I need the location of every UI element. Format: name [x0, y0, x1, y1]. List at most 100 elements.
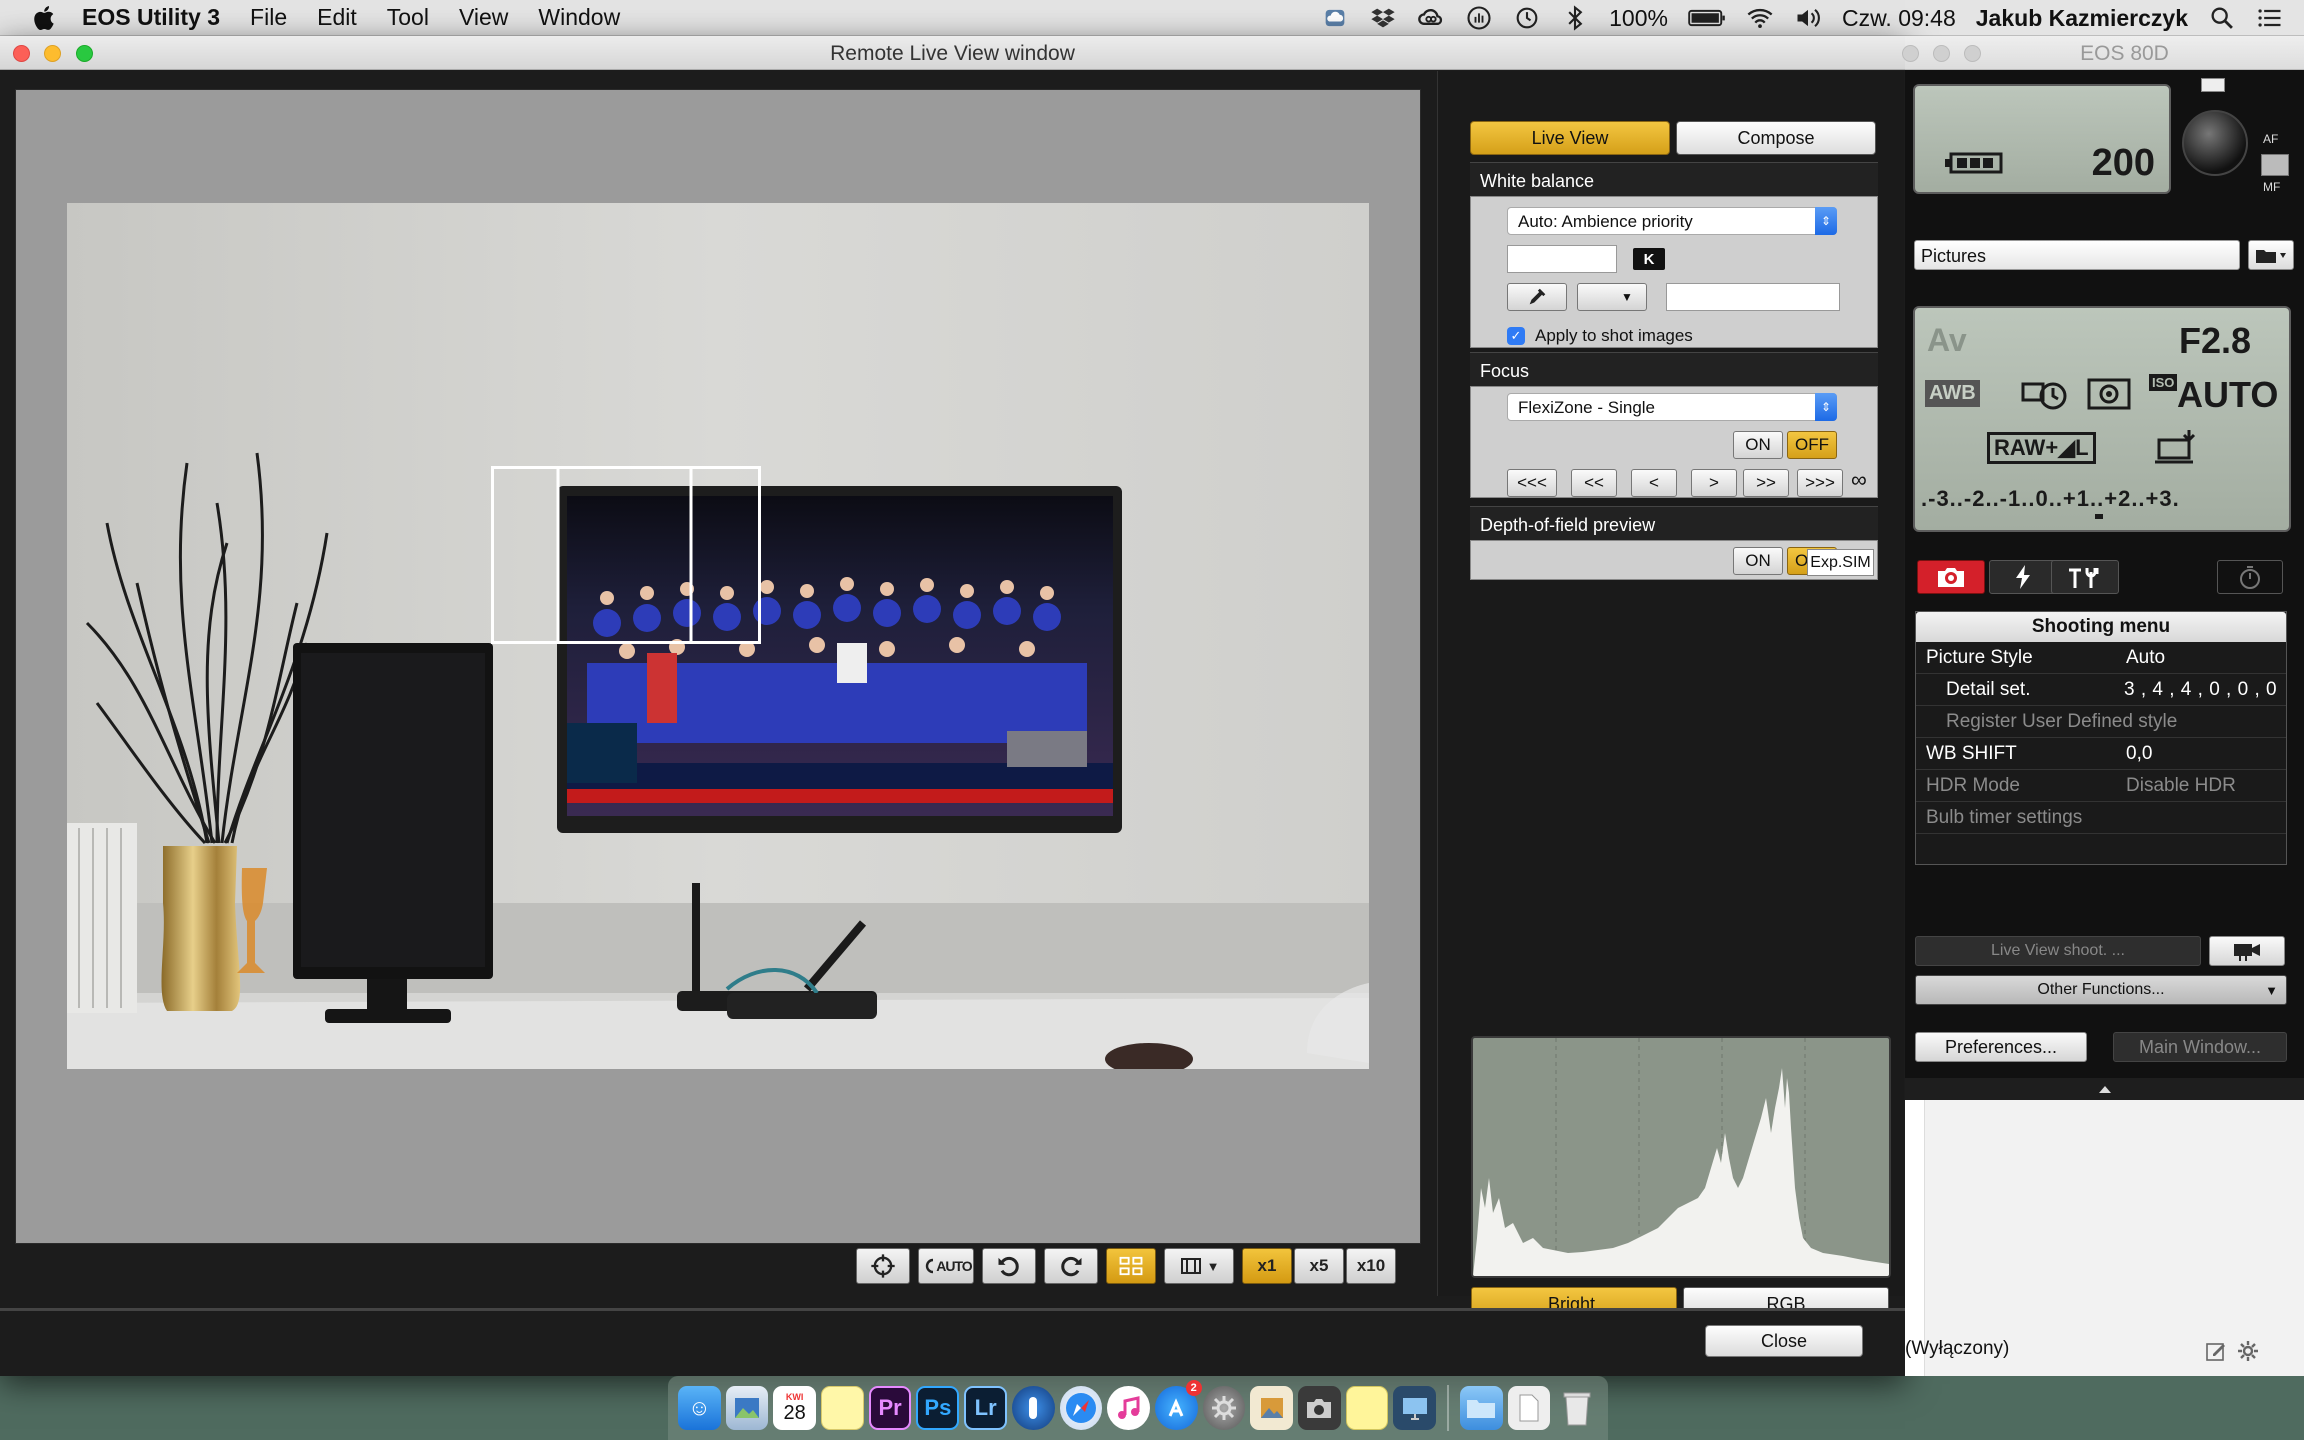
- itunes-icon[interactable]: [1107, 1386, 1150, 1430]
- focus-near-3-button[interactable]: <<<: [1507, 469, 1557, 497]
- camera-dial[interactable]: [2182, 110, 2248, 176]
- menu-tool[interactable]: Tool: [387, 4, 429, 31]
- volume-icon[interactable]: [1794, 4, 1822, 32]
- rotate-left-button[interactable]: [982, 1248, 1036, 1284]
- timer-button[interactable]: [2217, 560, 2283, 594]
- movie-button[interactable]: [2209, 936, 2285, 966]
- kelvin-input[interactable]: [1507, 245, 1617, 273]
- awb-badge[interactable]: AWB: [1925, 380, 1980, 407]
- dropbox-icon[interactable]: [1369, 4, 1397, 32]
- focus-point-button[interactable]: [856, 1248, 910, 1284]
- focus-near-1-button[interactable]: <: [1631, 469, 1677, 497]
- zoom-x10-button[interactable]: x10: [1346, 1248, 1396, 1284]
- eyedropper-button[interactable]: [1507, 283, 1567, 311]
- bluetooth-icon[interactable]: [1561, 4, 1589, 32]
- user-name[interactable]: Jakub Kazmierczyk: [1976, 5, 2188, 32]
- stickies-icon[interactable]: [1345, 1386, 1389, 1430]
- eos-utility-icon[interactable]: [1297, 1386, 1341, 1430]
- notification-center-icon[interactable]: [2256, 4, 2284, 32]
- aperture-value[interactable]: F2.8: [2179, 320, 2251, 362]
- exposure-scale[interactable]: .-3..-2..-1..0..+1..+2..+3.: [1921, 486, 2180, 512]
- 1password-icon[interactable]: [1012, 1386, 1055, 1430]
- rotate-right-button[interactable]: [1044, 1248, 1098, 1284]
- focus-frame[interactable]: [491, 466, 761, 644]
- menu-view[interactable]: View: [459, 4, 508, 31]
- trash-icon[interactable]: [1555, 1386, 1598, 1430]
- lightroom-icon[interactable]: Lr: [964, 1386, 1008, 1430]
- focus-mode-select[interactable]: FlexiZone - Single ⇕: [1507, 393, 1837, 421]
- menu-row-hdr-mode[interactable]: HDR Mode Disable HDR: [1916, 770, 2286, 802]
- white-balance-select[interactable]: Auto: Ambience priority ⇕: [1507, 207, 1837, 235]
- screen-sharing-icon[interactable]: [1393, 1386, 1436, 1430]
- camera-window-titlebar[interactable]: EOS 80D: [1902, 36, 2304, 70]
- dof-on-button[interactable]: ON: [1733, 547, 1783, 575]
- hand-icon[interactable]: [1465, 4, 1493, 32]
- apple-logo-icon[interactable]: [30, 3, 60, 33]
- shooting-mode[interactable]: Av: [1927, 322, 1967, 359]
- notes-icon[interactable]: [820, 1386, 864, 1430]
- finder-icon[interactable]: ☺: [678, 1386, 721, 1430]
- menu-row-picture-style[interactable]: Picture Style Auto: [1916, 642, 2286, 674]
- edit-icon[interactable]: [2205, 1340, 2227, 1362]
- zoom-x1-button[interactable]: x1: [1242, 1248, 1292, 1284]
- folder-menu-button[interactable]: [2248, 240, 2294, 270]
- image-quality[interactable]: RAW+◢L: [1987, 432, 2096, 464]
- af-mf-switch[interactable]: [2261, 154, 2289, 176]
- main-window-button[interactable]: Main Window...: [2113, 1032, 2287, 1062]
- menu-row-bulb-timer[interactable]: Bulb timer settings: [1916, 802, 2286, 834]
- live-view-area[interactable]: [15, 89, 1421, 1244]
- metering-mode-icon[interactable]: [2085, 374, 2133, 414]
- menu-row-detail-set[interactable]: Detail set. 3 , 4 , 4 , 0 , 0 , 0: [1916, 674, 2286, 706]
- creative-cloud-icon[interactable]: [1417, 4, 1445, 32]
- transfer-to-pc-icon[interactable]: [2151, 426, 2203, 466]
- other-functions-dropdown[interactable]: Other Functions... ▼: [1915, 975, 2287, 1005]
- app-store-icon[interactable]: 2: [1155, 1380, 1202, 1430]
- focus-far-2-button[interactable]: >>: [1743, 469, 1789, 497]
- time-machine-icon[interactable]: [1513, 4, 1541, 32]
- folder-field[interactable]: Pictures: [1914, 240, 2240, 270]
- window-titlebar[interactable]: Remote Live View window: [0, 36, 1905, 70]
- live-view-shoot-button[interactable]: Live View shoot. ...: [1915, 936, 2201, 966]
- aspect-ratio-dropdown[interactable]: ▼: [1164, 1248, 1234, 1284]
- tab-live-view[interactable]: Live View: [1470, 121, 1670, 155]
- menu-row-wb-shift[interactable]: WB SHIFT 0,0: [1916, 738, 2286, 770]
- tab-setup[interactable]: [2051, 560, 2119, 594]
- close-button[interactable]: Close: [1705, 1325, 1863, 1357]
- auto-focus-button[interactable]: AUTO: [918, 1248, 974, 1284]
- focus-far-3-button[interactable]: >>>: [1797, 469, 1843, 497]
- drive-mode-icon[interactable]: [2019, 374, 2071, 414]
- af-off-button[interactable]: OFF: [1787, 431, 1837, 459]
- downloads-folder-icon[interactable]: [1459, 1386, 1503, 1430]
- photo-app-icon[interactable]: [1250, 1386, 1293, 1430]
- focus-near-2-button[interactable]: <<: [1571, 469, 1617, 497]
- documents-stack-icon[interactable]: [1507, 1386, 1551, 1430]
- battery-icon[interactable]: [1688, 4, 1726, 32]
- apply-checkbox[interactable]: ✓: [1507, 327, 1525, 345]
- menu-edit[interactable]: Edit: [317, 4, 357, 31]
- grid-overlay-button[interactable]: [1106, 1248, 1156, 1284]
- cloud-sync-icon[interactable]: [1321, 4, 1349, 32]
- preferences-button[interactable]: Preferences...: [1915, 1032, 2087, 1062]
- system-preferences-icon[interactable]: [1202, 1386, 1246, 1430]
- calendar-icon[interactable]: KWI 28: [773, 1386, 816, 1430]
- wifi-icon[interactable]: [1746, 4, 1774, 32]
- focus-far-1-button[interactable]: >: [1691, 469, 1737, 497]
- photoshop-icon[interactable]: Ps: [916, 1386, 960, 1430]
- collapse-bar[interactable]: [1905, 1078, 2304, 1100]
- menu-row-register-style[interactable]: Register User Defined style: [1916, 706, 2286, 738]
- tab-flash[interactable]: [1989, 560, 2057, 594]
- af-on-button[interactable]: ON: [1733, 431, 1783, 459]
- clock[interactable]: Czw. 09:48: [1842, 5, 1956, 32]
- preview-icon[interactable]: [725, 1386, 769, 1430]
- menu-window[interactable]: Window: [538, 4, 620, 31]
- app-menu[interactable]: EOS Utility 3: [82, 4, 220, 31]
- gear-icon[interactable]: [2237, 1340, 2259, 1362]
- wb-mode-dropdown[interactable]: ▼: [1577, 283, 1647, 311]
- zoom-x5-button[interactable]: x5: [1294, 1248, 1344, 1284]
- tab-compose[interactable]: Compose: [1676, 121, 1876, 155]
- menu-file[interactable]: File: [250, 4, 287, 31]
- iso-value[interactable]: AUTO: [2177, 374, 2278, 416]
- spotlight-search-icon[interactable]: [2208, 4, 2236, 32]
- tab-shooting[interactable]: [1917, 560, 1985, 594]
- premiere-icon[interactable]: Pr: [868, 1386, 912, 1430]
